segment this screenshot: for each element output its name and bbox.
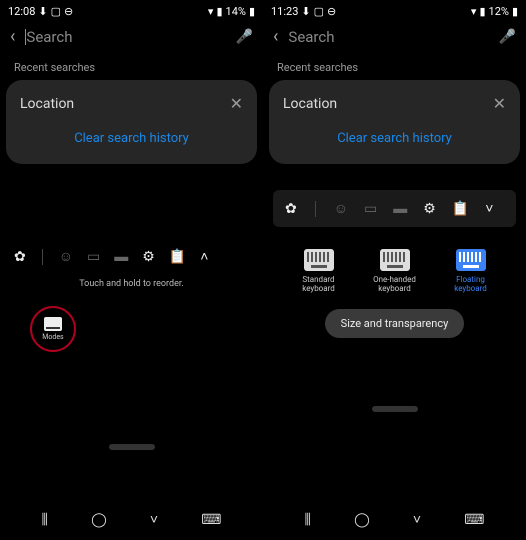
- recent-search-card: Location ✕ Clear search history: [6, 80, 257, 164]
- wifi-icon: ▾: [208, 5, 214, 18]
- clear-history-button[interactable]: Clear search history: [20, 131, 243, 150]
- standard-keyboard-mode[interactable]: Standard keyboard: [292, 249, 346, 293]
- recent-searches-label: Recent searches: [263, 51, 526, 80]
- modes-label: Modes: [42, 333, 63, 341]
- emoji-icon[interactable]: ☺: [59, 248, 73, 265]
- image-icon: ▢: [51, 5, 61, 18]
- search-input[interactable]: [26, 28, 225, 46]
- onehanded-keyboard-icon: [380, 249, 410, 271]
- clear-history-button[interactable]: Clear search history: [283, 131, 506, 150]
- emoji-icon[interactable]: ☺: [334, 200, 348, 217]
- signal-icon: ▮: [216, 5, 222, 18]
- chevron-up-icon[interactable]: ˄: [200, 248, 208, 265]
- settings-icon[interactable]: ⚙: [423, 201, 436, 217]
- back-nav-icon[interactable]: ˅: [413, 511, 421, 528]
- keyboard-handle[interactable]: [109, 444, 155, 450]
- recent-item-label[interactable]: Location: [20, 96, 74, 112]
- back-icon[interactable]: ‹: [273, 26, 278, 47]
- signal-icon: ▮: [479, 5, 485, 18]
- clipboard-icon[interactable]: 📋: [169, 249, 186, 265]
- recent-searches-label: Recent searches: [0, 51, 263, 80]
- status-time: 12:08: [8, 5, 35, 18]
- gif-icon[interactable]: ▭: [87, 249, 100, 265]
- image-icon: ▢: [314, 5, 324, 18]
- status-time: 11:23: [271, 5, 298, 18]
- nav-bar: ⫼ ◯ ˅ ⌨: [0, 511, 263, 528]
- right-screenshot: 11:23 ⬇ ▢ ⊖ ▾ ▮ 12% ▮ ‹ 🎤 Recent searche…: [263, 0, 526, 540]
- left-screenshot: 12:08 ⬇ ▢ ⊖ ▾ ▮ 14% ▮ ‹ 🎤 Recent searche…: [0, 0, 263, 540]
- wifi-icon: ▾: [471, 5, 477, 18]
- status-bar: 11:23 ⬇ ▢ ⊖ ▾ ▮ 12% ▮: [263, 0, 526, 22]
- mic-icon[interactable]: 🎤: [236, 29, 253, 45]
- voice-icon[interactable]: ▬: [393, 200, 407, 217]
- keyboard-nav-icon[interactable]: ⌨: [464, 512, 484, 528]
- close-icon[interactable]: ✕: [493, 94, 506, 113]
- nav-bar: ⫼ ◯ ˅ ⌨: [263, 511, 526, 528]
- dnd-icon: ⊖: [327, 5, 336, 18]
- size-transparency-button[interactable]: Size and transparency: [325, 309, 465, 338]
- recent-search-card: Location ✕ Clear search history: [269, 80, 520, 164]
- recents-nav-icon[interactable]: ⫼: [42, 512, 48, 528]
- modes-button-highlighted[interactable]: Modes: [30, 306, 76, 352]
- mic-icon[interactable]: 🎤: [499, 29, 516, 45]
- keyboard-toolbar: ✿ ☺ ▭ ▬ ⚙ 📋 ˅: [273, 190, 516, 227]
- mode-label: Floating keyboard: [444, 275, 498, 293]
- gif-icon[interactable]: ▭: [364, 201, 377, 217]
- floating-keyboard-mode[interactable]: Floating keyboard: [444, 249, 498, 293]
- back-nav-icon[interactable]: ˅: [150, 511, 158, 528]
- keyboard-handle[interactable]: [372, 406, 418, 412]
- mode-label: One-handed keyboard: [368, 275, 422, 293]
- mode-label: Standard keyboard: [292, 275, 346, 293]
- sticker-icon[interactable]: ✿: [285, 201, 297, 217]
- battery-text: 12%: [489, 5, 509, 18]
- download-icon: ⬇: [38, 5, 47, 18]
- reorder-hint: Touch and hold to reorder.: [0, 279, 263, 289]
- keyboard-modes-row: Standard keyboard One-handed keyboard Fl…: [263, 249, 526, 293]
- search-bar: ‹ 🎤: [0, 22, 263, 51]
- recents-nav-icon[interactable]: ⫼: [305, 512, 311, 528]
- toolbar-divider: [42, 249, 43, 265]
- settings-icon[interactable]: ⚙: [142, 249, 155, 265]
- toolbar-divider: [315, 201, 316, 217]
- status-bar: 12:08 ⬇ ▢ ⊖ ▾ ▮ 14% ▮: [0, 0, 263, 22]
- home-nav-icon[interactable]: ◯: [354, 512, 370, 528]
- search-input[interactable]: [288, 28, 488, 46]
- voice-icon[interactable]: ▬: [114, 248, 128, 265]
- onehanded-keyboard-mode[interactable]: One-handed keyboard: [368, 249, 422, 293]
- battery-text: 14%: [226, 5, 246, 18]
- recent-item-label[interactable]: Location: [283, 96, 337, 112]
- close-icon[interactable]: ✕: [230, 94, 243, 113]
- keyboard-nav-icon[interactable]: ⌨: [201, 512, 221, 528]
- search-bar: ‹ 🎤: [263, 22, 526, 51]
- download-icon: ⬇: [301, 5, 310, 18]
- clipboard-icon[interactable]: 📋: [452, 201, 469, 217]
- home-nav-icon[interactable]: ◯: [91, 512, 107, 528]
- chevron-down-icon[interactable]: ˅: [485, 200, 493, 217]
- keyboard-modes-icon: [44, 317, 62, 331]
- standard-keyboard-icon: [304, 249, 334, 271]
- keyboard-toolbar: ✿ ☺ ▭ ▬ ⚙ 📋 ˄: [0, 240, 263, 273]
- battery-icon: ▮: [249, 5, 255, 18]
- back-icon[interactable]: ‹: [10, 26, 15, 47]
- sticker-icon[interactable]: ✿: [14, 249, 26, 265]
- dnd-icon: ⊖: [64, 5, 73, 18]
- battery-icon: ▮: [512, 5, 518, 18]
- floating-keyboard-icon: [456, 249, 486, 271]
